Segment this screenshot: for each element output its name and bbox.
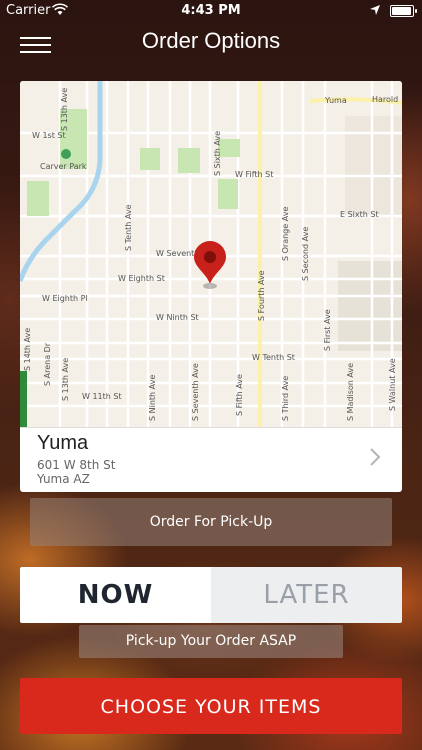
svg-text:S Arena Dr: S Arena Dr [43, 342, 52, 386]
store-location-row[interactable]: Yuma 601 W 8th St Yuma AZ [20, 427, 402, 492]
map-city-label: Yuma [324, 96, 347, 105]
svg-text:W Eighth Pl: W Eighth Pl [42, 294, 88, 303]
nav-bar: Order Options [0, 22, 422, 68]
address-line-2: Yuma AZ [37, 472, 90, 486]
svg-text:S Tenth Ave: S Tenth Ave [124, 204, 133, 251]
svg-text:S 14th Ave: S 14th Ave [23, 328, 32, 371]
choose-items-button[interactable]: CHOOSE YOUR ITEMS [20, 678, 402, 734]
svg-text:S Seventh Ave: S Seventh Ave [191, 363, 200, 421]
svg-text:S Fourth Ave: S Fourth Ave [257, 270, 266, 321]
later-option[interactable]: LATER [211, 567, 402, 623]
svg-text:S Third Ave: S Third Ave [281, 376, 290, 421]
order-type-label: Order For Pick-Up [30, 498, 392, 546]
svg-text:E Sixth St: E Sixth St [340, 210, 379, 219]
map-view[interactable]: Carver Park Yuma W 1st St W Fifth St E S… [20, 81, 402, 427]
svg-text:S 13th Ave: S 13th Ave [61, 358, 70, 401]
svg-text:W Tenth St: W Tenth St [252, 353, 295, 362]
svg-text:S Sixth Ave: S Sixth Ave [213, 131, 222, 176]
svg-text:S Second Ave: S Second Ave [301, 227, 310, 281]
svg-text:W 1st St: W 1st St [32, 131, 66, 140]
store-name: Yuma [37, 432, 89, 454]
svg-text:S Fifth Ave: S Fifth Ave [235, 374, 244, 416]
svg-text:S Walnut Ave: S Walnut Ave [388, 358, 397, 411]
address-line-1: 601 W 8th St [37, 458, 116, 472]
map-graphic: Carver Park Yuma W 1st St W Fifth St E S… [20, 81, 402, 427]
now-option[interactable]: NOW [20, 567, 211, 623]
svg-text:W Ninth St: W Ninth St [156, 313, 199, 322]
chevron-right-icon [370, 448, 381, 466]
timing-segmented-control: NOW LATER [20, 567, 402, 623]
svg-text:S 13th Ave: S 13th Ave [60, 88, 69, 131]
store-address: 601 W 8th St Yuma AZ [37, 458, 115, 486]
svg-text:Harold: Harold [372, 95, 398, 104]
page-title: Order Options [141, 28, 281, 53]
svg-text:S Madison Ave: S Madison Ave [346, 363, 355, 421]
svg-text:W Eighth St: W Eighth St [118, 274, 165, 283]
asap-label: Pick-up Your Order ASAP [79, 625, 343, 658]
status-bar: Carrier 4:43 PM [0, 0, 422, 22]
svg-text:S Orange Ave: S Orange Ave [281, 207, 290, 261]
battery-icon [390, 5, 417, 17]
svg-text:W 11th St: W 11th St [82, 392, 122, 401]
map-park-label: Carver Park [40, 162, 87, 171]
svg-text:W Seventh: W Seventh [156, 249, 199, 258]
svg-text:W Fifth St: W Fifth St [235, 170, 273, 179]
clock: 4:43 PM [181, 3, 241, 18]
svg-text:S Ninth Ave: S Ninth Ave [148, 375, 157, 421]
battery-fill [392, 7, 411, 15]
location-services-icon [370, 5, 380, 15]
store-card: Carver Park Yuma W 1st St W Fifth St E S… [20, 81, 402, 492]
svg-text:S First Ave: S First Ave [323, 309, 332, 351]
